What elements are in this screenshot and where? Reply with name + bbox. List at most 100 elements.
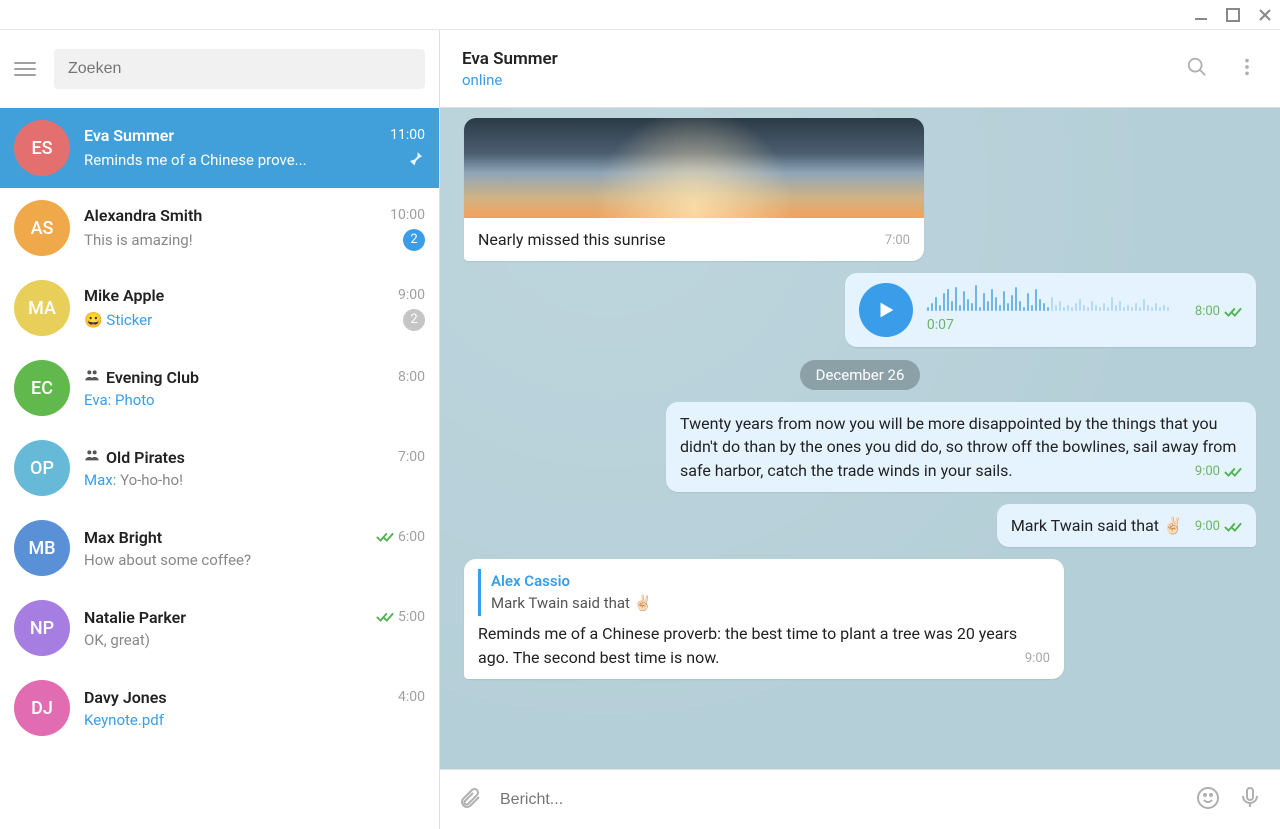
chat-time-wrap: 6:00 [376, 528, 425, 547]
chat-time: 6:00 [398, 529, 425, 545]
microphone-icon[interactable] [1238, 786, 1262, 814]
read-check-icon [376, 528, 394, 547]
more-options-icon[interactable] [1236, 56, 1258, 82]
chat-preview: Max: Yo-ho-ho! [84, 471, 425, 489]
message-quote[interactable]: Twenty years from now you will be more d… [464, 402, 1256, 492]
quote-text: Twenty years from now you will be more d… [680, 414, 1236, 479]
chat-item-7[interactable]: DJ Davy Jones 4:00 Keynote.pdf [0, 668, 439, 748]
reply-reference[interactable]: Alex Cassio Mark Twain said that ✌🏻 [478, 569, 1050, 617]
input-bar [440, 769, 1280, 829]
chat-name: Davy Jones [84, 688, 167, 707]
hamburger-menu-icon[interactable] [14, 58, 36, 80]
reply-text: Reminds me of a Chinese proverb: the bes… [478, 624, 1017, 666]
chat-time-wrap: 5:00 [376, 608, 425, 627]
message-input[interactable] [500, 791, 1178, 809]
chat-time-wrap: 8:00 [398, 369, 425, 385]
chat-time: 7:00 [398, 449, 425, 465]
chat-item-4[interactable]: OP Old Pirates 7:00 Max: Yo-ho-ho! [0, 428, 439, 508]
chat-name: Old Pirates [84, 447, 185, 467]
chat-preview: This is amazing! [84, 231, 395, 249]
chat-name: Natalie Parker [84, 608, 186, 627]
avatar: MA [14, 280, 70, 336]
photo-time: 7:00 [885, 232, 910, 251]
chat-name: Alexandra Smith [84, 206, 202, 225]
voice-duration: 0:07 [927, 315, 1169, 335]
chat-item-1[interactable]: AS Alexandra Smith 10:00 This is amazing! 2 [0, 188, 439, 268]
reply-quoted: Mark Twain said that ✌🏻 [491, 593, 1040, 615]
avatar: OP [14, 440, 70, 496]
sidebar-header [0, 30, 439, 108]
chat-time: 10:00 [390, 207, 425, 223]
attach-icon[interactable] [458, 786, 482, 814]
chat-time: 8:00 [398, 369, 425, 385]
pin-icon [407, 149, 425, 171]
chat-time: 4:00 [398, 689, 425, 705]
read-check-icon [1224, 306, 1242, 318]
group-icon [84, 367, 100, 387]
chat-time-wrap: 10:00 [390, 207, 425, 223]
close-button[interactable] [1258, 8, 1272, 22]
message-reply[interactable]: Alex Cassio Mark Twain said that ✌🏻 Remi… [464, 559, 1256, 679]
date-separator: December 26 [464, 365, 1256, 384]
unread-badge: 2 [403, 309, 425, 331]
twain-time-meta: 9:00 [1195, 518, 1242, 537]
chat-name: Evening Club [84, 367, 199, 387]
voice-waveform[interactable] [927, 285, 1169, 311]
group-icon [84, 447, 100, 467]
messages-area[interactable]: Nearly missed this sunrise 7:00 0:07 [440, 108, 1280, 769]
window-titlebar [0, 0, 1280, 30]
photo-caption-text: Nearly missed this sunrise [478, 228, 666, 251]
avatar: AS [14, 200, 70, 256]
chat-time-wrap: 9:00 [398, 287, 425, 303]
chat-status: online [462, 71, 558, 89]
avatar: DJ [14, 680, 70, 736]
avatar: ES [14, 120, 70, 176]
avatar: NP [14, 600, 70, 656]
main-panel: Eva Summer online Nearly missed this sun… [440, 30, 1280, 829]
read-check-icon [1224, 466, 1242, 478]
message-twain[interactable]: Mark Twain said that ✌🏻 9:00 [464, 504, 1256, 547]
chat-preview: Reminds me of a Chinese prove... [84, 151, 407, 169]
search-icon[interactable] [1186, 56, 1208, 82]
chat-time: 9:00 [398, 287, 425, 303]
chat-preview: Eva: Photo [84, 391, 425, 409]
chat-item-5[interactable]: MBMax Bright6:00How about some coffee? [0, 508, 439, 588]
chat-time: 11:00 [390, 127, 425, 143]
chat-preview: Keynote.pdf [84, 711, 425, 729]
minimize-button[interactable] [1194, 8, 1208, 22]
emoji-icon[interactable] [1196, 786, 1220, 814]
chat-preview: OK, great) [84, 631, 425, 649]
read-check-icon [376, 608, 394, 627]
chat-time-wrap: 11:00 [390, 127, 425, 143]
avatar: EC [14, 360, 70, 416]
maximize-button[interactable] [1226, 8, 1240, 22]
photo-image[interactable] [464, 118, 924, 218]
reply-name: Alex Cassio [491, 571, 1040, 593]
quote-time-meta: 9:00 [1195, 463, 1242, 482]
chat-item-0[interactable]: ESEva Summer11:00Reminds me of a Chinese… [0, 108, 439, 188]
chat-time-wrap: 4:00 [398, 689, 425, 705]
chat-time: 5:00 [398, 609, 425, 625]
chat-item-3[interactable]: EC Evening Club 8:00 Eva: Photo [0, 348, 439, 428]
chat-item-6[interactable]: NP Natalie Parker 5:00 OK, great) [0, 588, 439, 668]
chat-time-wrap: 7:00 [398, 449, 425, 465]
chat-name: Max Bright [84, 528, 162, 547]
avatar: MB [14, 520, 70, 576]
read-check-icon [1224, 521, 1242, 533]
sidebar: ESEva Summer11:00Reminds me of a Chinese… [0, 30, 440, 829]
chat-name: Mike Apple [84, 286, 164, 305]
chat-preview: 😀 Sticker [84, 311, 395, 329]
chat-header: Eva Summer online [440, 30, 1280, 108]
unread-badge: 2 [403, 229, 425, 251]
message-voice[interactable]: 0:07 8:00 [464, 273, 1256, 347]
voice-time-meta: 8:00 [1195, 303, 1242, 322]
voice-play-button[interactable] [859, 283, 913, 337]
chat-list: ESEva Summer11:00Reminds me of a Chinese… [0, 108, 439, 829]
twain-text: Mark Twain said that ✌🏻 [1011, 516, 1183, 535]
message-photo[interactable]: Nearly missed this sunrise 7:00 [464, 118, 1256, 261]
search-input[interactable] [68, 60, 411, 78]
chat-item-2[interactable]: MA Mike Apple 9:00😀 Sticker 2 [0, 268, 439, 348]
chat-title[interactable]: Eva Summer [462, 49, 558, 69]
reply-time: 9:00 [1025, 650, 1050, 669]
search-box[interactable] [54, 49, 425, 89]
